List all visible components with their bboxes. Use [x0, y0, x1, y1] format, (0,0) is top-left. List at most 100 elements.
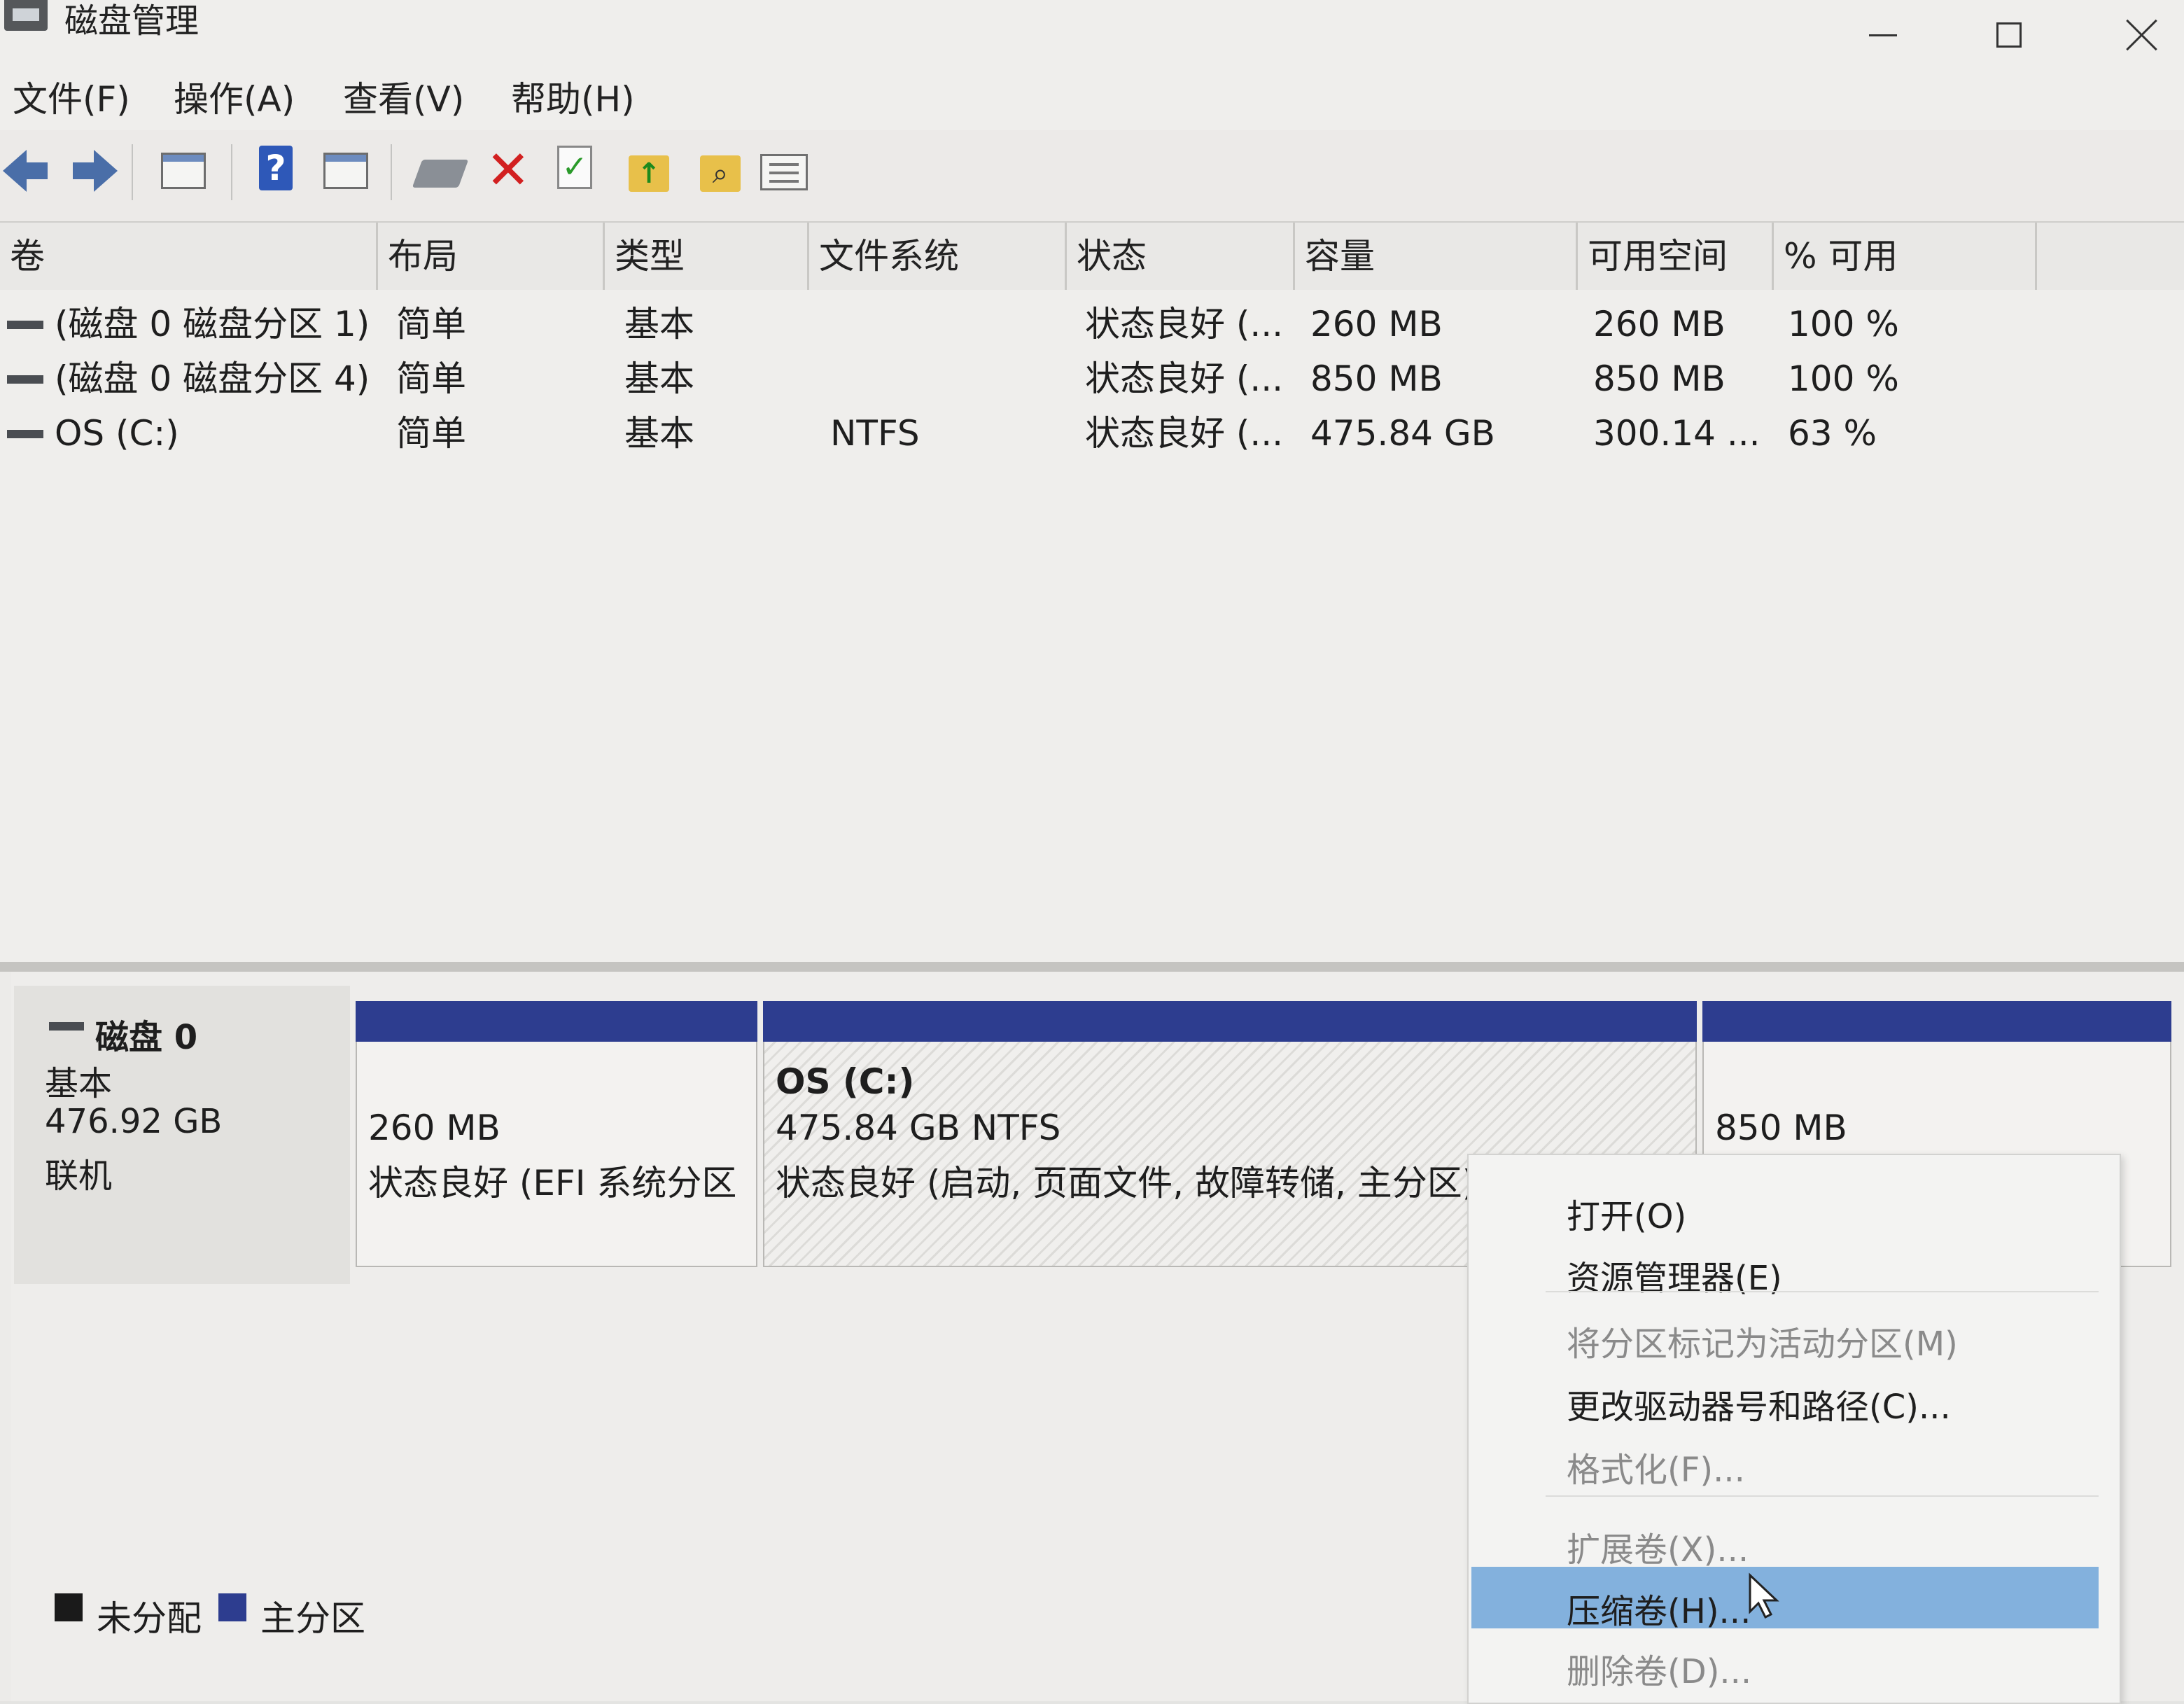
minimize-button[interactable]: [1848, 7, 1918, 63]
properties-view-button[interactable]: [323, 146, 374, 196]
primary-partition-bar: [356, 1001, 757, 1042]
disk-icon: [49, 1022, 84, 1031]
context-open[interactable]: 打开(O): [1567, 1189, 1686, 1238]
volume-list-header: 卷 布局 类型 文件系统 状态 容量 可用空间 % 可用: [0, 223, 2184, 291]
column-header-type[interactable]: 类型: [605, 223, 809, 290]
volume-capacity: 260 MB: [1310, 304, 1443, 344]
back-button[interactable]: [3, 146, 53, 196]
partition-size: 850 MB: [1715, 1108, 1847, 1148]
disk-name: 磁盘 0: [95, 1018, 198, 1057]
menu-action[interactable]: 操作(A): [174, 71, 295, 122]
legend-label-primary: 主分区: [260, 1598, 365, 1639]
volume-status: 状态良好 (...: [1085, 304, 1284, 344]
partition-label: OS (C:): [776, 1061, 915, 1102]
volume-layout: 简单: [396, 358, 466, 399]
volume-name: (磁盘 0 磁盘分区 1): [55, 304, 370, 344]
maximize-button[interactable]: [1974, 7, 2044, 63]
legend-swatch-primary: [218, 1593, 246, 1621]
partition-size: 260 MB: [368, 1108, 500, 1148]
help-icon: ?: [259, 146, 293, 190]
context-highlight: [1471, 1567, 2099, 1628]
toolbar-separator: [231, 144, 232, 200]
column-header-filesystem[interactable]: 文件系统: [809, 223, 1067, 290]
context-shrink[interactable]: 压缩卷(H)...: [1567, 1584, 1751, 1633]
volume-percent-free: 100 %: [1788, 304, 1899, 344]
forward-arrow-icon: [73, 150, 118, 192]
context-format[interactable]: 格式化(F)...: [1567, 1442, 1745, 1491]
pane-splitter[interactable]: [0, 962, 2184, 972]
volume-status: 状态良好 (...: [1085, 413, 1284, 454]
mouse-pointer-icon: [1749, 1572, 1779, 1619]
volume-icon: [7, 321, 43, 329]
disk-state: 联机: [45, 1157, 113, 1196]
partition-status: 状态良好 (EFI 系统分区: [368, 1163, 737, 1203]
connect-icon: [412, 160, 469, 188]
context-separator: [1546, 1495, 2099, 1497]
table-row[interactable]: (磁盘 0 磁盘分区 4) 简单 基本 状态良好 (... 850 MB 850…: [0, 351, 2184, 406]
table-row[interactable]: OS (C:) 简单 基本 NTFS 状态良好 (... 475.84 GB 3…: [0, 406, 2184, 461]
context-extend[interactable]: 扩展卷(X)...: [1567, 1522, 1749, 1571]
partition-status: 状态良好 (启动, 页面文件, 故障转储, 主分区): [776, 1163, 1476, 1203]
volume-status: 状态良好 (...: [1085, 358, 1284, 399]
close-button[interactable]: [2107, 7, 2177, 63]
table-row[interactable]: (磁盘 0 磁盘分区 1) 简单 基本 状态良好 (... 260 MB 260…: [0, 297, 2184, 351]
list-view-icon: [760, 154, 808, 190]
menu-bar: 文件(F) 操作(A) 查看(V) 帮助(H): [0, 67, 2184, 130]
help-button[interactable]: ?: [259, 146, 309, 196]
context-menu: 打开(O) 资源管理器(E) 将分区标记为活动分区(M) 更改驱动器号和路径(C…: [1467, 1154, 2121, 1704]
console-tree-icon: [161, 153, 206, 189]
title-bar: 磁盘管理: [0, 0, 2184, 67]
volume-icon: [7, 430, 43, 438]
window-title: 磁盘管理: [64, 1, 200, 41]
volume-capacity: 475.84 GB: [1310, 413, 1495, 454]
check-icon: ✓: [557, 146, 592, 189]
check-button[interactable]: ✓: [557, 146, 608, 196]
primary-partition-bar: [763, 1001, 1697, 1042]
volume-type: 基本: [624, 413, 694, 454]
context-mark-active[interactable]: 将分区标记为活动分区(M): [1567, 1316, 1958, 1365]
volume-name: (磁盘 0 磁盘分区 4): [55, 358, 370, 399]
delete-icon: ✕: [486, 139, 531, 201]
menu-file[interactable]: 文件(F): [13, 71, 130, 122]
close-icon: [2127, 20, 2157, 50]
volume-free-space: 300.14 ...: [1593, 413, 1760, 454]
primary-partition-bar: [1702, 1001, 2171, 1042]
toolbar: ? ✕ ✓ ↑ ⌕: [0, 130, 2184, 223]
folder-search-icon: ⌕: [700, 155, 741, 192]
list-view-button[interactable]: [760, 146, 811, 196]
console-tree-button[interactable]: [161, 146, 211, 196]
maximize-icon: [1996, 22, 2022, 48]
legend-swatch-unallocated: [55, 1593, 83, 1621]
context-delete[interactable]: 删除卷(D)...: [1567, 1644, 1751, 1693]
disk-0-label[interactable]: 磁盘 0 基本 476.92 GB 联机: [14, 986, 350, 1284]
folder-search-button[interactable]: ⌕: [700, 146, 750, 196]
properties-view-icon: [323, 153, 368, 189]
column-header-free-space[interactable]: 可用空间: [1578, 223, 1774, 290]
disk-management-window: 磁盘管理 文件(F) 操作(A) 查看(V) 帮助(H) ? ✕ ✓ ↑ ⌕ 卷…: [0, 0, 2184, 1704]
column-header-percent-free[interactable]: % 可用: [1774, 223, 2037, 290]
minimize-icon: [1869, 34, 1897, 36]
column-header-volume[interactable]: 卷: [0, 223, 378, 290]
menu-help[interactable]: 帮助(H): [511, 71, 635, 122]
volume-percent-free: 63 %: [1788, 413, 1877, 454]
context-change-letter[interactable]: 更改驱动器号和路径(C)...: [1567, 1379, 1951, 1428]
context-separator: [1546, 1291, 2099, 1292]
volume-type: 基本: [624, 304, 694, 344]
volume-free-space: 260 MB: [1593, 304, 1726, 344]
delete-button[interactable]: ✕: [486, 139, 536, 201]
folder-up-button[interactable]: ↑: [629, 146, 679, 196]
forward-button[interactable]: [67, 146, 118, 196]
folder-up-icon: ↑: [629, 155, 669, 192]
column-header-status[interactable]: 状态: [1067, 223, 1295, 290]
volume-icon: [7, 375, 43, 384]
volume-layout: 简单: [396, 304, 466, 344]
column-header-capacity[interactable]: 容量: [1295, 223, 1578, 290]
toolbar-separator: [132, 144, 133, 200]
volume-type: 基本: [624, 358, 694, 399]
connect-button[interactable]: [412, 146, 469, 196]
volume-capacity: 850 MB: [1310, 358, 1443, 399]
disk-type: 基本: [45, 1064, 113, 1103]
menu-view[interactable]: 查看(V): [343, 71, 464, 122]
partition-efi[interactable]: 260 MB 状态良好 (EFI 系统分区: [356, 1001, 757, 1267]
column-header-layout[interactable]: 布局: [378, 223, 605, 290]
